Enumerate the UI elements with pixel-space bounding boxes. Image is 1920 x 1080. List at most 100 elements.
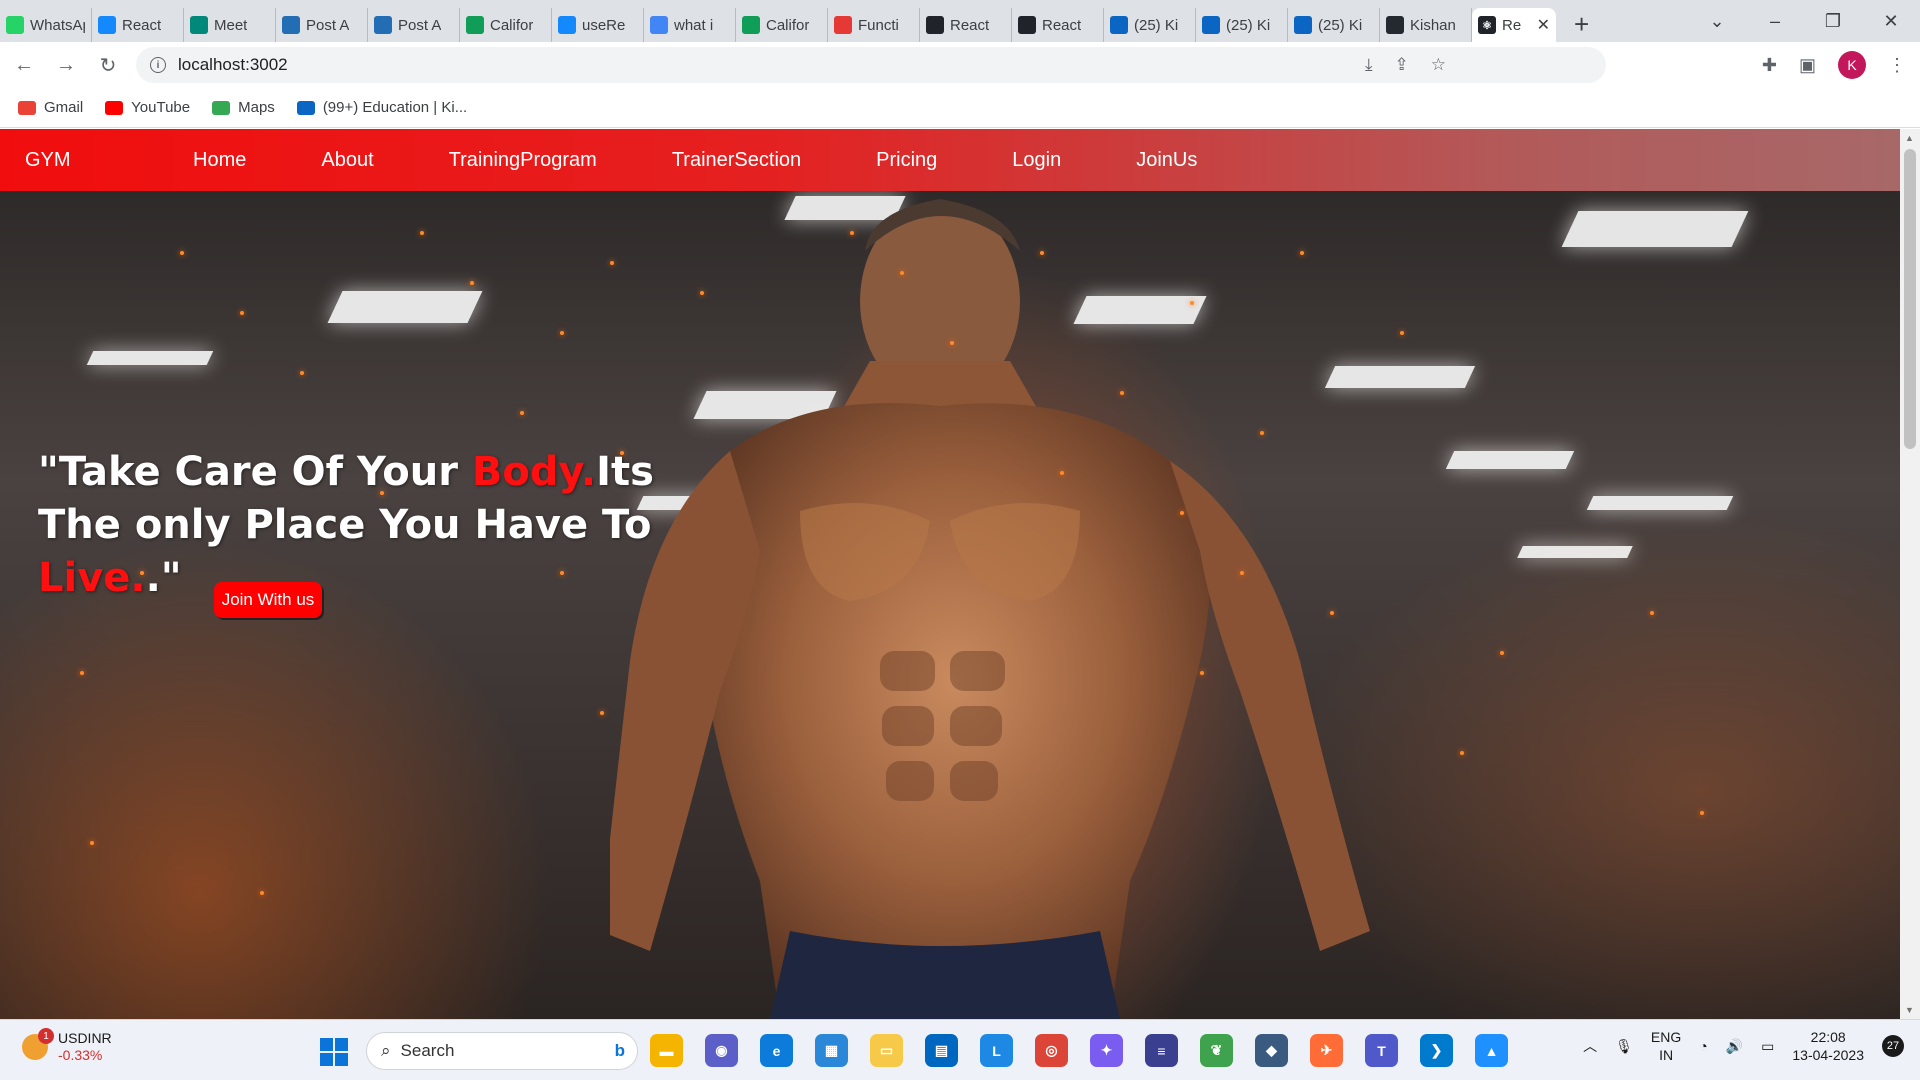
show-hidden-icons-icon[interactable]: ︿ — [1583, 1036, 1597, 1056]
site-info-icon[interactable]: i — [150, 57, 166, 73]
browser-tab[interactable]: Califor — [736, 8, 828, 42]
youtube-icon — [105, 100, 124, 115]
edge-icon[interactable]: e — [760, 1034, 793, 1067]
back-button[interactable]: ← — [6, 54, 42, 77]
tab-title: Post A — [306, 16, 350, 34]
bookmark-label: Maps — [238, 99, 275, 116]
forward-button[interactable]: → — [48, 54, 84, 77]
close-tab-icon[interactable]: ✕ — [1537, 15, 1550, 35]
browser-tab[interactable]: useRe — [552, 8, 644, 42]
scroll-up-arrow[interactable]: ▲ — [1905, 133, 1914, 143]
side-panel-icon[interactable]: ▣ — [1799, 55, 1816, 76]
tab-active[interactable]: ⚛ Re ✕ — [1472, 8, 1556, 42]
bookmark-item[interactable]: Maps — [212, 99, 275, 116]
zoho-icon — [374, 16, 392, 34]
chrome-icon[interactable]: ◎ — [1035, 1034, 1068, 1067]
bookmark-item[interactable]: (99+) Education | Ki... — [296, 99, 467, 116]
github-icon — [1386, 16, 1404, 34]
browser-tab[interactable]: React — [92, 8, 184, 42]
postman-icon[interactable]: ✈ — [1310, 1034, 1343, 1067]
browser-tab[interactable]: (25) Ki — [1196, 8, 1288, 42]
volume-icon[interactable]: 🔊 — [1726, 1038, 1743, 1055]
browser-tab[interactable]: React — [1012, 8, 1104, 42]
copilot-icon[interactable]: ✦ — [1090, 1034, 1123, 1067]
nav-link-joinus[interactable]: JoinUs — [1136, 149, 1197, 172]
bookmark-item[interactable]: Gmail — [18, 99, 83, 116]
address-bar[interactable]: i localhost:3002 ⤓ ⇪ ☆ — [136, 47, 1606, 83]
browser-tab[interactable]: WhatsApp — [0, 8, 92, 42]
close-window-button[interactable]: ✕ — [1862, 11, 1920, 32]
browser-tab[interactable]: Meet — [184, 8, 276, 42]
spark — [1400, 331, 1404, 335]
nav-link-pricing[interactable]: Pricing — [876, 149, 937, 172]
clock[interactable]: 22:08 13-04-2023 — [1792, 1028, 1864, 1064]
browser-tab[interactable]: Post A — [368, 8, 460, 42]
reload-button[interactable]: ↻ — [90, 53, 126, 78]
bookmark-star-icon[interactable]: ☆ — [1431, 55, 1446, 75]
leaf-icon[interactable]: ❦ — [1200, 1034, 1233, 1067]
tab-title: Kishan — [1410, 16, 1456, 34]
tab-title: Califor — [766, 16, 810, 34]
new-tab-button[interactable]: + — [1574, 9, 1589, 40]
widgets-button[interactable]: 1 USDINR -0.33% — [22, 1028, 112, 1064]
battery-icon[interactable]: ▭ — [1761, 1038, 1774, 1055]
teams-meet-icon[interactable]: ◉ — [705, 1034, 738, 1067]
ticker-change: -0.33% — [58, 1047, 103, 1063]
browser-tab[interactable]: Post A — [276, 8, 368, 42]
page-scrollbar[interactable]: ▲ ▼ — [1900, 129, 1920, 1019]
file-explorer-icon[interactable]: ▬ — [650, 1034, 683, 1067]
l-app-icon[interactable]: L — [980, 1034, 1013, 1067]
disk-icon[interactable]: ≡ — [1145, 1034, 1178, 1067]
nav-link-trainersection[interactable]: TrainerSection — [672, 149, 801, 172]
calculator-icon[interactable]: ▦ — [815, 1034, 848, 1067]
join-with-us-button[interactable]: Join With us — [214, 582, 322, 618]
menu-icon[interactable]: ⋮ — [1888, 55, 1906, 76]
minimize-button[interactable]: – — [1746, 11, 1804, 32]
ceiling-light — [1561, 211, 1749, 247]
browser-tab[interactable]: Califor — [460, 8, 552, 42]
browser-tab[interactable]: Functi — [828, 8, 920, 42]
store-icon[interactable]: ▤ — [925, 1034, 958, 1067]
bookmark-item[interactable]: YouTube — [105, 99, 190, 116]
extensions-icon[interactable]: ✚ — [1762, 55, 1777, 76]
vscode-icon[interactable]: ❯ — [1420, 1034, 1453, 1067]
nav-links: Home About TrainingProgram TrainerSection Pr… — [193, 149, 1272, 172]
language-indicator[interactable]: ENG IN — [1651, 1028, 1681, 1064]
browser-tab[interactable]: (25) Ki — [1104, 8, 1196, 42]
spark — [610, 261, 614, 265]
scrollbar-thumb[interactable] — [1904, 149, 1916, 449]
box-icon[interactable]: ◆ — [1255, 1034, 1288, 1067]
teams-icon[interactable]: T — [1365, 1034, 1398, 1067]
tab-search-icon[interactable]: ⌄ — [1688, 11, 1746, 32]
profile-avatar[interactable]: K — [1838, 51, 1866, 79]
tab-title: Functi — [858, 16, 899, 34]
taskbar-search[interactable]: ⌕ Search b — [366, 1032, 638, 1070]
bookmark-label: Gmail — [44, 99, 84, 116]
bing-icon[interactable]: b — [615, 1041, 625, 1061]
nav-link-home[interactable]: Home — [193, 149, 246, 172]
start-button[interactable] — [320, 1038, 348, 1066]
nav-link-login[interactable]: Login — [1012, 149, 1061, 172]
microphone-icon[interactable]: 🎙 — [1615, 1038, 1633, 1055]
notification-badge[interactable]: 27 — [1882, 1035, 1904, 1057]
folder-icon[interactable]: ▭ — [870, 1034, 903, 1067]
nav-link-about[interactable]: About — [321, 149, 373, 172]
browser-tab[interactable]: what i — [644, 8, 736, 42]
brand-logo[interactable]: GYM — [25, 149, 193, 172]
spark — [1200, 671, 1204, 675]
browser-tab[interactable]: Kishan — [1380, 8, 1472, 42]
nav-link-trainingprogram[interactable]: TrainingProgram — [449, 149, 597, 172]
url-text: localhost:3002 — [178, 55, 288, 74]
browser-tab[interactable]: React — [920, 8, 1012, 42]
restore-button[interactable]: ❐ — [1804, 11, 1862, 32]
photos-icon[interactable]: ▲ — [1475, 1034, 1508, 1067]
spark — [1190, 301, 1194, 305]
install-app-icon[interactable]: ⤓ — [1365, 55, 1373, 75]
linkedin-icon — [1202, 16, 1220, 34]
spark — [470, 281, 474, 285]
wifi-icon[interactable]: ◔ — [1699, 1038, 1707, 1054]
scroll-down-arrow[interactable]: ▼ — [1905, 1005, 1914, 1015]
browser-tab[interactable]: (25) Ki — [1288, 8, 1380, 42]
share-icon[interactable]: ⇪ — [1395, 55, 1409, 75]
sheets-icon — [742, 16, 760, 34]
